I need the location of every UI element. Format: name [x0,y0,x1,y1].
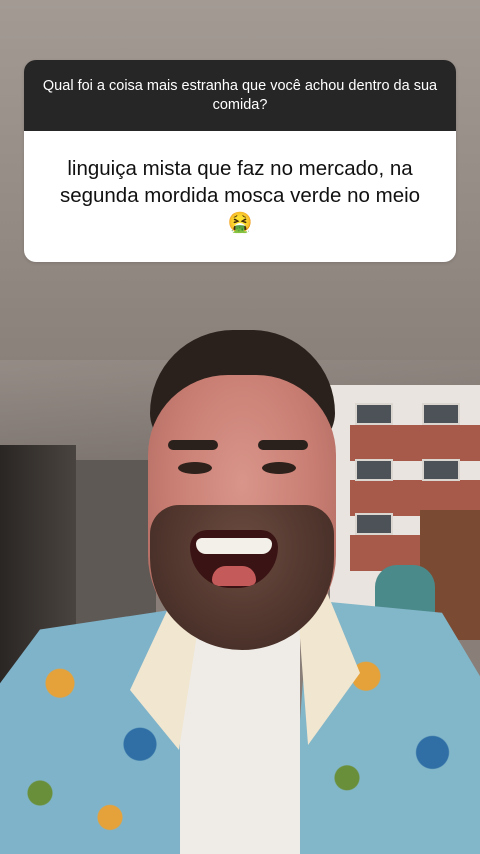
left-eye [178,462,212,474]
answer-body: linguiça mista que faz no mercado, na se… [24,131,456,262]
left-eyebrow [168,440,218,450]
nauseated-face-icon: 🤮 [227,210,253,234]
question-header: Qual foi a coisa mais estranha que você … [24,60,456,131]
right-eyebrow [258,440,308,450]
right-eye [262,462,296,474]
white-shirt [180,630,300,854]
answer-text: linguiça mista que faz no mercado, na se… [59,157,421,207]
question-sticker[interactable]: Qual foi a coisa mais estranha que você … [24,60,456,262]
question-text: Qual foi a coisa mais estranha que você … [42,77,438,113]
wall [76,460,156,630]
